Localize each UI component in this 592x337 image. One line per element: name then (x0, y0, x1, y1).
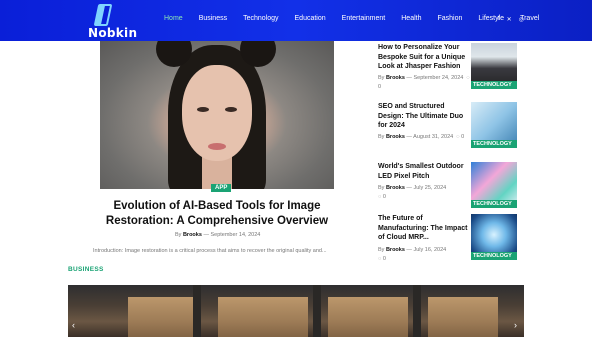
sidebar-post-meta: By Brooks — September 24, 2024 ◌ 0 (378, 75, 470, 90)
hero-date: September 14, 2024 (210, 232, 261, 238)
slider-prev-icon[interactable]: ‹ (72, 320, 75, 330)
nav-fashion[interactable]: Fashion (437, 15, 462, 22)
hero-image-eye (197, 107, 209, 112)
site-logo[interactable]: Nobkin (86, 2, 137, 40)
by-label: By (378, 75, 385, 81)
comment-icon: ◌ (378, 194, 382, 200)
sidebar-post[interactable]: SEO and Structured Design: The Ultimate … (378, 102, 518, 152)
building-window (328, 297, 408, 337)
site-header: Nobkin Home Business Technology Educatio… (0, 0, 592, 41)
building-pillar (413, 285, 421, 337)
nav-education[interactable]: Education (295, 15, 326, 22)
comment-count[interactable]: 0 (378, 84, 381, 90)
section-label-business[interactable]: BUSINESS (68, 266, 104, 273)
hero-category-tag[interactable]: APP (211, 184, 232, 192)
sidebar-post-thumbnail[interactable]: TECHNOLOGY (471, 162, 517, 208)
sidebar-post-meta: By Brooks — July 16, 2024 ◌ 0 (378, 247, 447, 262)
post-date: July 25, 2024 (413, 185, 447, 191)
building-window (428, 297, 498, 337)
social-links: f ✕ ◎ (498, 16, 524, 23)
hero-image-lips (208, 143, 226, 150)
post-date: July 16, 2024 (413, 247, 447, 253)
comment-count[interactable]: 0 (461, 134, 464, 140)
sidebar-post-thumbnail[interactable]: TECHNOLOGY (471, 43, 517, 89)
building-pillar (313, 285, 321, 337)
nav-entertainment[interactable]: Entertainment (342, 15, 386, 22)
facebook-icon[interactable]: f (498, 16, 500, 23)
thumbnail-category-tag[interactable]: TECHNOLOGY (471, 81, 517, 89)
sidebar-post-title[interactable]: SEO and Structured Design: The Ultimate … (378, 102, 468, 131)
hero-by: By (175, 232, 182, 238)
post-author[interactable]: Brooks (386, 247, 405, 253)
nav-technology[interactable]: Technology (243, 15, 278, 22)
post-author[interactable]: Brooks (386, 134, 405, 140)
post-author[interactable]: Brooks (386, 185, 405, 191)
x-icon[interactable]: ✕ (507, 16, 512, 23)
thumbnail-category-tag[interactable]: TECHNOLOGY (471, 200, 517, 208)
sidebar-post[interactable]: The Future of Manufacturing: The Impact … (378, 214, 518, 264)
building-pillar (193, 285, 201, 337)
sidebar-post-meta: By Brooks — August 31, 2024 ◌ 0 (378, 134, 465, 140)
comment-count[interactable]: 0 (383, 256, 386, 262)
business-feature-image[interactable]: ‹ › (68, 285, 524, 337)
sidebar-post-title[interactable]: World's Smallest Outdoor LED Pixel Pitch (378, 162, 468, 181)
nav-home[interactable]: Home (164, 15, 183, 22)
hero-title[interactable]: Evolution of AI-Based Tools for Image Re… (80, 199, 354, 229)
nav-business[interactable]: Business (199, 15, 227, 22)
slider-next-icon[interactable]: › (514, 320, 517, 330)
sidebar-post-title[interactable]: How to Personalize Your Bespoke Suit for… (378, 43, 468, 72)
sidebar-post-title[interactable]: The Future of Manufacturing: The Impact … (378, 214, 468, 243)
by-label: By (378, 185, 385, 191)
instagram-icon[interactable]: ◎ (519, 16, 524, 23)
main-nav: Home Business Technology Education Enter… (164, 15, 555, 22)
sidebar-post[interactable]: How to Personalize Your Bespoke Suit for… (378, 43, 518, 93)
by-label: By (378, 134, 385, 140)
sidebar-post-meta: By Brooks — July 25, 2024 ◌ 0 (378, 185, 447, 200)
post-author[interactable]: Brooks (386, 75, 405, 81)
sidebar-post-thumbnail[interactable]: TECHNOLOGY (471, 214, 517, 260)
comment-icon: ◌ (378, 256, 382, 262)
hero-image-eye (225, 107, 237, 112)
comment-icon: ◌ (464, 75, 470, 81)
sidebar-post-thumbnail[interactable]: TECHNOLOGY (471, 102, 517, 148)
post-date: September 24, 2024 (413, 75, 464, 81)
building-window (218, 297, 308, 337)
thumbnail-category-tag[interactable]: TECHNOLOGY (471, 140, 517, 148)
logo-text: Nobkin (88, 26, 138, 40)
by-label: By (378, 247, 385, 253)
hero-meta: By Brooks — September 14, 2024 (175, 232, 260, 238)
nav-health[interactable]: Health (401, 15, 421, 22)
comment-count[interactable]: 0 (383, 194, 386, 200)
hero-author[interactable]: Brooks (183, 232, 202, 238)
comment-icon: ◌ (454, 134, 460, 140)
thumbnail-category-tag[interactable]: TECHNOLOGY (471, 252, 517, 260)
hero-excerpt: Introduction: Image restoration is a cri… (93, 248, 327, 254)
hero-image[interactable] (100, 41, 334, 189)
sidebar-post[interactable]: World's Smallest Outdoor LED Pixel Pitch… (378, 162, 518, 208)
post-date: August 31, 2024 (413, 134, 454, 140)
building-window (128, 297, 198, 337)
